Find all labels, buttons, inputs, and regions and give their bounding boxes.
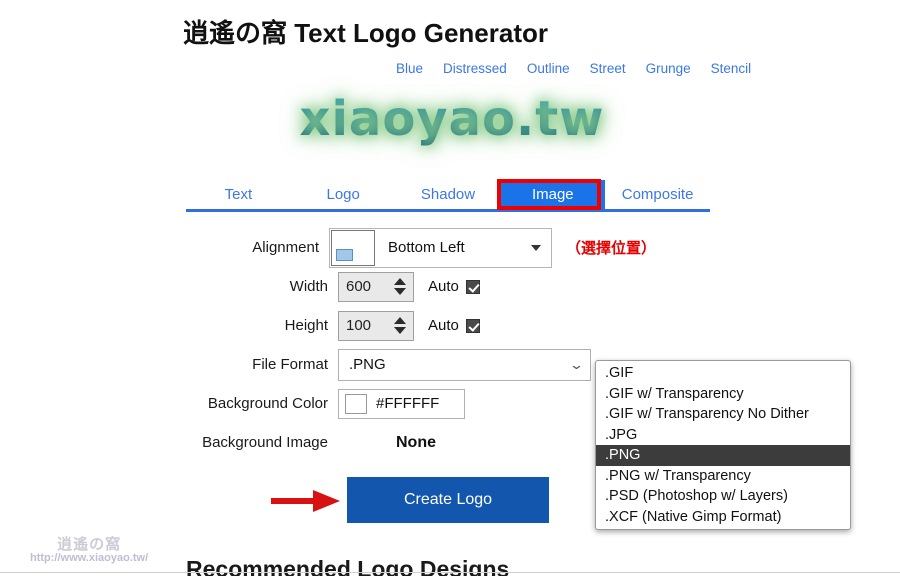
file-format-option-gif-transparency-no-dither[interactable]: .GIF w/ Transparency No Dither [596,404,850,425]
arrow-down-icon[interactable] [394,327,406,334]
height-auto-label: Auto [428,317,459,334]
tabs-row: Text Logo Shadow Image Composite [186,180,710,209]
tabs-underline [186,209,710,212]
width-input[interactable] [339,272,387,301]
watermark-url: http://www.xiaoyao.tw/ [30,552,149,564]
style-link-grunge[interactable]: Grunge [646,61,691,76]
background-image-row: Background Image None [186,423,656,462]
file-format-row: File Format .PNG ⌄ [186,345,656,384]
page-root: 逍遙の窩 Text Logo Generator Blue Distressed… [0,0,900,576]
height-input[interactable] [339,311,387,340]
style-links-row: Blue Distressed Outline Street Grunge St… [396,61,751,76]
file-format-option-png-transparency[interactable]: .PNG w/ Transparency [596,466,850,487]
chevron-down-icon: ⌄ [568,356,585,372]
alignment-annotation: （選擇位置） [565,240,656,257]
recommended-designs-heading: Recommended Logo Designs [186,556,510,576]
file-format-dropdown-list[interactable]: .GIF .GIF w/ Transparency .GIF w/ Transp… [595,360,851,530]
site-watermark: 逍遙の窩 http://www.xiaoyao.tw/ [30,533,148,564]
alignment-row: Alignment Bottom Left （選擇位置） [186,227,656,268]
height-stepper[interactable] [338,310,414,341]
alignment-label: Alignment [252,239,319,256]
arrow-up-icon[interactable] [394,317,406,324]
watermark-site-name: 逍遙の窩 [57,536,122,553]
style-link-blue[interactable]: Blue [396,61,423,76]
file-format-option-xcf[interactable]: .XCF (Native Gimp Format) [596,507,850,528]
file-format-option-gif-transparency[interactable]: .GIF w/ Transparency [596,384,850,405]
logo-preview-text: xiaoyao.tw [299,91,605,147]
color-swatch[interactable] [345,393,367,414]
create-logo-button[interactable]: Create Logo [347,477,549,523]
background-color-value: #FFFFFF [376,395,440,412]
style-link-distressed[interactable]: Distressed [443,61,507,76]
tab-shadow[interactable]: Shadow [396,180,501,209]
alignment-control[interactable]: Bottom Left [328,227,552,268]
arrow-down-icon[interactable] [394,288,406,295]
bottom-divider [0,572,900,573]
file-format-label: File Format [252,356,328,373]
arrow-up-icon[interactable] [394,278,406,285]
page-title: 逍遙の窩 Text Logo Generator [183,18,548,48]
height-spin-arrows[interactable] [387,312,413,340]
alignment-position-marker [335,248,353,261]
width-label: Width [289,278,328,295]
width-auto-group: Auto [428,278,480,295]
tab-text[interactable]: Text [186,180,291,209]
alignment-preview-box [330,229,375,266]
file-format-option-gif[interactable]: .GIF [596,363,850,384]
width-row: Width Auto [186,267,656,306]
logo-preview-image: xiaoyao.tw [282,88,622,150]
background-image-value: None [396,433,436,451]
height-auto-checkbox[interactable] [465,318,480,333]
file-format-select[interactable]: .PNG ⌄ [338,348,591,381]
file-format-option-png[interactable]: .PNG [596,445,850,466]
file-format-value: .PNG [349,356,386,373]
style-link-outline[interactable]: Outline [527,61,570,76]
file-format-option-jpg[interactable]: .JPG [596,425,850,446]
width-auto-label: Auto [428,278,459,295]
alignment-value: Bottom Left [387,239,465,256]
file-format-option-psd[interactable]: .PSD (Photoshop w/ Layers) [596,486,850,507]
tab-image[interactable]: Image [500,180,606,209]
background-image-label: Background Image [202,434,328,451]
red-arrow-pointer-icon [271,490,340,512]
height-auto-group: Auto [428,317,480,334]
chevron-down-icon [530,244,541,251]
style-link-street[interactable]: Street [590,61,626,76]
background-color-field[interactable]: #FFFFFF [338,388,465,419]
image-settings-form: Alignment Bottom Left （選擇位置） Width 600 A… [186,227,656,462]
width-auto-checkbox[interactable] [465,279,480,294]
tab-logo[interactable]: Logo [291,180,396,209]
background-color-label: Background Color [207,395,328,412]
width-spin-arrows[interactable] [387,273,413,301]
background-color-row: Background Color #FFFFFF [186,384,656,423]
tabs-bar: Text Logo Shadow Image Composite [186,180,710,212]
width-stepper[interactable] [338,271,414,302]
alignment-select[interactable]: Bottom Left [376,229,551,267]
height-label: Height [284,317,328,334]
style-link-stencil[interactable]: Stencil [711,61,752,76]
height-row: Height Auto [186,306,656,345]
tab-composite[interactable]: Composite [605,180,710,209]
